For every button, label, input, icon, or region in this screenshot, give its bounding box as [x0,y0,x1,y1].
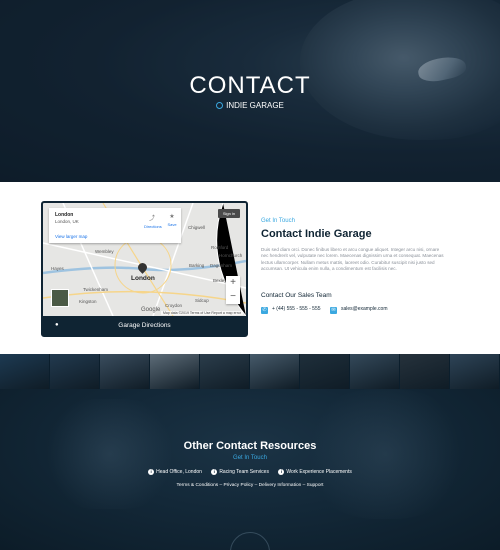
gallery-image[interactable] [50,354,100,389]
garage-directions-label: Garage Directions [118,322,171,329]
footer-link-work-experience[interactable]: i Work Experience Placements [278,469,352,475]
location-pin-icon: ● [55,322,59,328]
gallery-image[interactable] [0,354,50,389]
breadcrumb[interactable]: INDIE GARAGE [0,101,500,110]
page-title: CONTACT [189,72,311,99]
contact-eyebrow: Get In Touch [261,218,295,224]
embedded-map[interactable]: London London, UK View larger map ⤴ Direc… [43,203,246,316]
hero-banner: CONTACT INDIE GARAGE [0,0,500,182]
gallery-image[interactable] [200,354,250,389]
view-larger-map-link[interactable]: View larger map [55,234,87,239]
sales-heading: Contact Our Sales Team [261,292,332,299]
gallery-image[interactable] [350,354,400,389]
phone-icon: ✆ [261,307,268,314]
star-icon: ★ [169,214,175,220]
gallery-image[interactable] [150,354,200,389]
footer-emblem [230,532,270,550]
save-button[interactable]: ★ Save [165,213,179,227]
email-contact[interactable]: ✉ sales@example.com [330,306,387,314]
map-center-label: London [131,275,155,282]
phone-number: + (44) 555 - 555 - 555 [272,306,321,312]
map-place-label: Croydon [165,303,183,308]
map-place-label: Bexley [213,278,227,283]
map-card: London London, UK View larger map ⤴ Direc… [41,201,248,337]
phone-contact[interactable]: ✆ + (44) 555 - 555 - 555 [261,306,321,314]
map-place-label: Barking [189,263,205,268]
footer-link-racing-team[interactable]: i Racing Team Services [211,469,269,475]
map-place-label: Romford [211,245,229,250]
directions-icon: ⤴ [148,216,155,222]
gallery-image[interactable] [400,354,450,389]
map-place-label: Twickenham [83,287,109,292]
contact-body-text: Duis sed diam orci. Donec finibus libero… [261,247,444,272]
breadcrumb-label: INDIE GARAGE [226,101,284,110]
map-popup-title: London [55,212,74,218]
footer: Other Contact Resources Get In Touch i He… [0,389,500,550]
info-icon: i [278,469,285,475]
email-address: sales@example.com [341,306,388,312]
map-place-label: Wembley [95,249,114,254]
footer-link-head-office[interactable]: i Head Office, London [148,469,202,475]
contact-title: Contact Indie Garage [261,228,372,240]
footer-subtitle: Get In Touch [233,455,267,461]
engine-background-image [40,399,180,509]
gallery-image[interactable] [250,354,300,389]
map-place-label: Hornchurch [219,253,243,258]
map-place-label: Chigwell [188,225,206,230]
directions-button[interactable]: ⤴ Directions [144,213,162,229]
map-attribution[interactable]: Map data ©2019 Terms of Use Report a map… [161,311,243,315]
map-place-label: Hayes [51,266,64,271]
garage-directions-button[interactable]: ● Garage Directions [43,316,246,335]
map-info-popup: London London, UK View larger map ⤴ Direc… [49,208,181,243]
gallery-image[interactable] [450,354,500,389]
zoom-in-button[interactable]: + [226,276,240,290]
target-icon [216,102,224,109]
map-signin-button[interactable]: Sign in [218,209,240,218]
footer-title: Other Contact Resources [183,440,317,452]
map-place-label: Kingston [79,299,97,304]
email-icon: ✉ [330,307,337,314]
map-zoom-control: + − [226,276,240,304]
gallery-strip [0,354,500,389]
gallery-image[interactable] [100,354,150,389]
map-place-label: Dagenham [210,263,233,268]
engine-background-image [300,389,470,519]
map-satellite-toggle[interactable] [51,289,69,307]
footer-resource-links: i Head Office, London i Racing Team Servic… [0,469,500,475]
contact-section: London London, UK View larger map ⤴ Direc… [0,182,500,354]
map-place-label: Sidcup [195,298,209,303]
gallery-image[interactable] [300,354,350,389]
zoom-out-button[interactable]: − [226,290,240,304]
google-logo: Google [141,307,161,313]
map-popup-subtitle: London, UK [55,219,79,224]
info-icon: i [211,469,218,475]
info-icon: i [148,469,155,475]
footer-legal-links[interactable]: Terms & Conditions – Privacy Policy – De… [0,483,500,488]
